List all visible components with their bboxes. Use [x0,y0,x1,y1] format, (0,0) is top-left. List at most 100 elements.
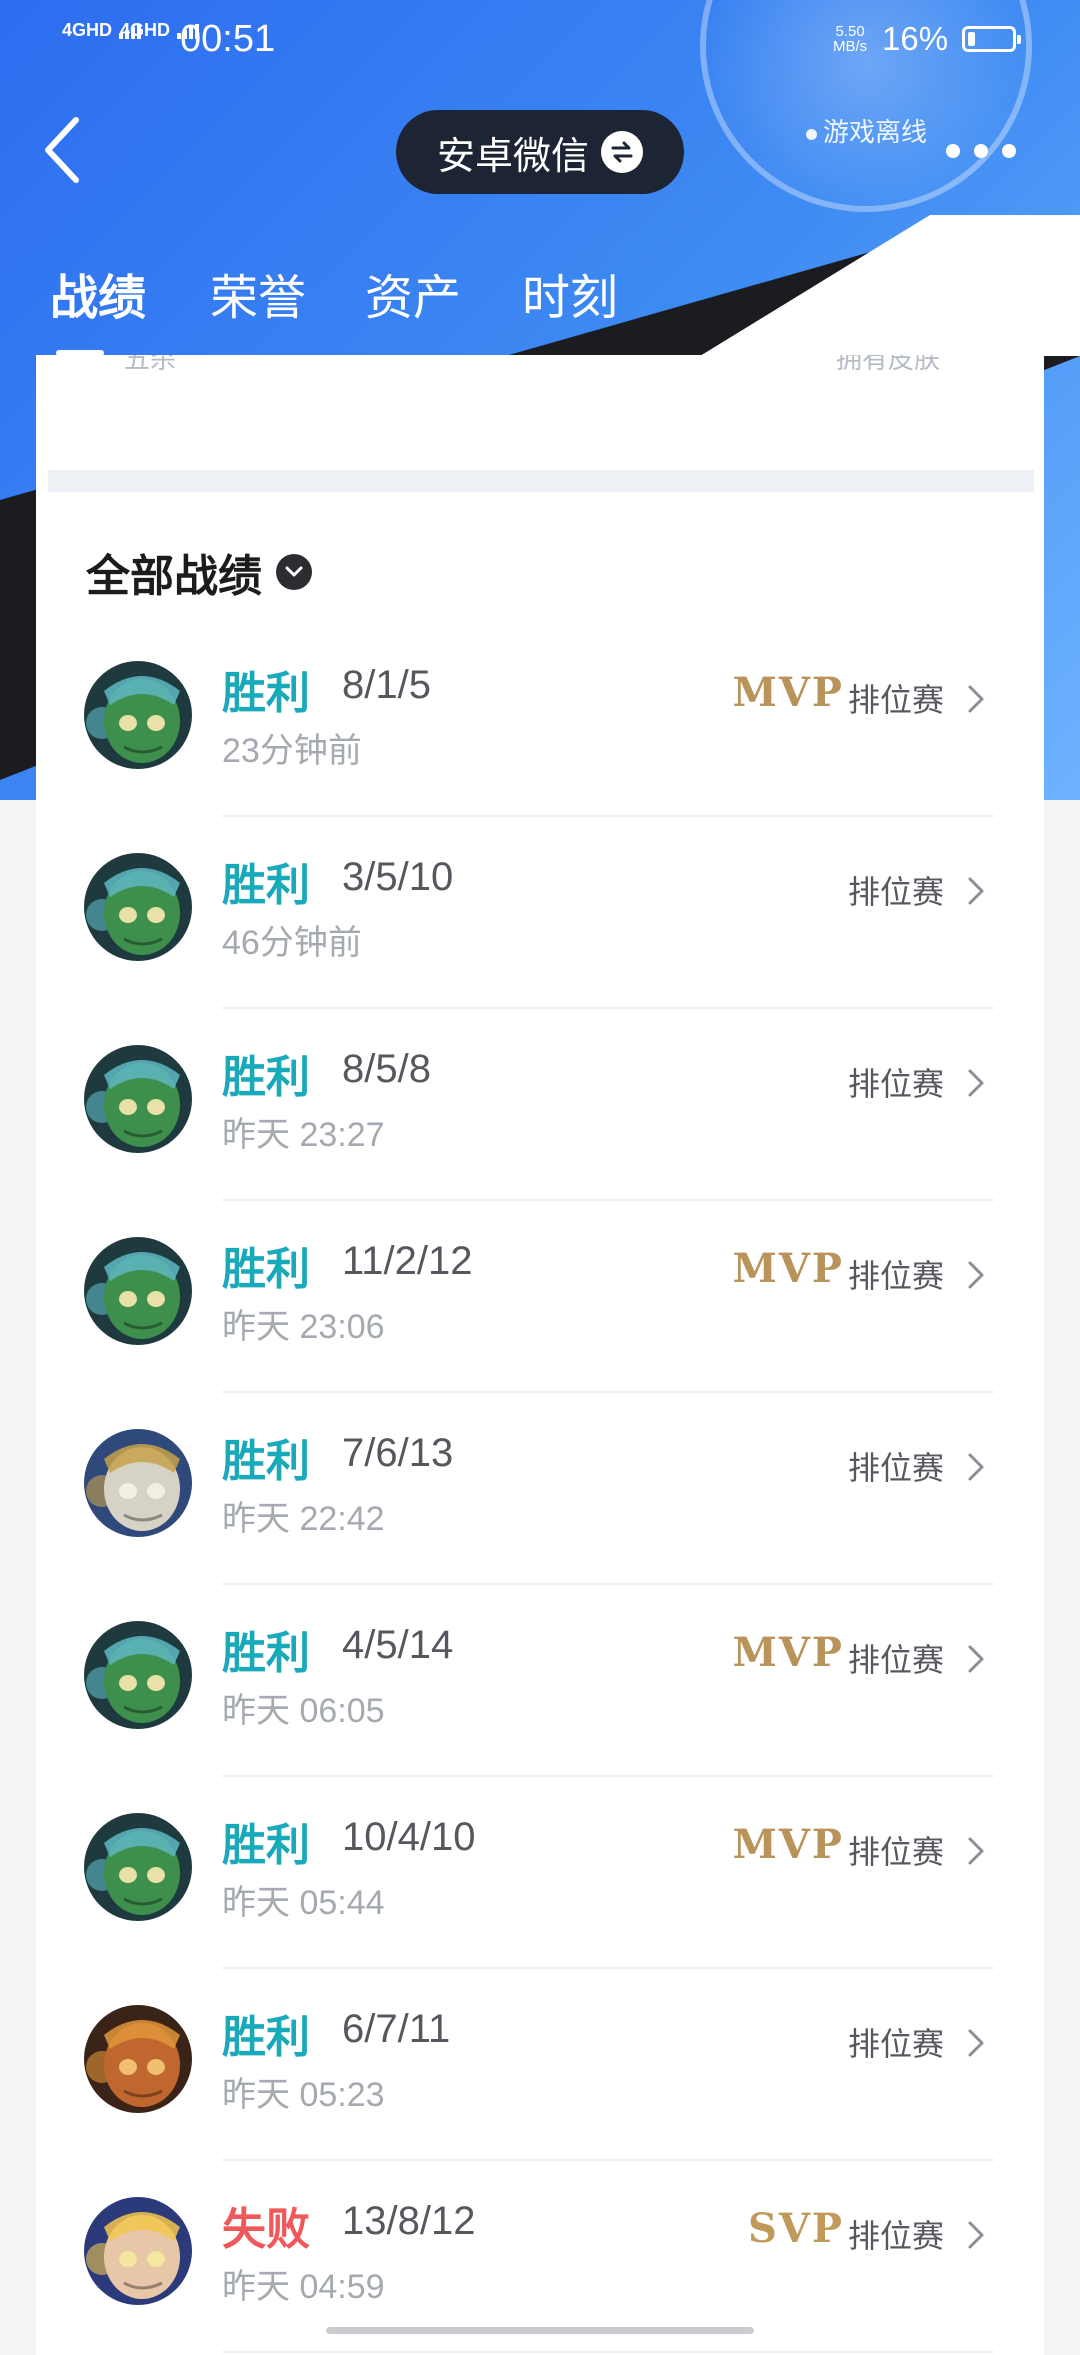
tab-honor[interactable]: 荣誉 [210,258,306,328]
account-switch-button[interactable]: 安卓微信 [396,110,684,194]
more-dot-icon [946,144,960,158]
match-mode: 排位赛 [847,1066,944,1102]
offline-label: 游戏离线 [823,117,928,147]
match-row[interactable]: 胜利 7/6/13 昨天 22:42 排位赛 [36,1393,1044,1585]
match-kda: 8/1/5 [342,663,431,707]
match-time: 昨天 04:59 [222,2268,385,2306]
match-result: 失败 [222,2205,310,2254]
stat-label-skins: 拥有皮肤 [836,355,941,374]
tab-label: 资产 [365,272,462,325]
status-dot-icon [806,128,817,140]
mvp-badge: MVP [732,1821,844,1868]
stats-row-partial: 五杀 拥有皮肤 [36,355,1044,385]
match-row[interactable]: 胜利 6/7/11 昨天 05:23 排位赛 [36,1969,1044,2161]
speed-unit: MB/s [833,38,868,55]
battery-fill [968,32,975,46]
hero-avatar [84,1045,192,1153]
match-time: 46分钟前 [222,924,362,962]
section-title: 全部战绩 [86,552,262,601]
hero-avatar [84,1813,192,1921]
content-card: 五杀 拥有皮肤 全部战绩 胜利 8/1/5 23分钟前 MVP 排位赛 胜利 3/5/10 4… [36,355,1044,2355]
match-kda: 7/6/13 [342,1431,454,1475]
match-row[interactable]: 胜利 4/5/14 昨天 06:05 MVP 排位赛 [36,1585,1044,1777]
match-time: 昨天 06:05 [222,1692,385,1730]
match-kda: 8/5/8 [342,1047,431,1091]
swap-icon [601,131,643,173]
hero-avatar [84,1237,192,1345]
game-offline-status: 游戏离线 [806,112,927,149]
match-time: 23分钟前 [222,732,362,770]
hero-avatar [84,1621,192,1729]
chevron-right-icon [968,1069,984,1097]
hero-avatar [84,2005,192,2113]
clock: 00:51 [180,18,276,60]
chevron-right-icon [968,1645,984,1673]
match-result: 胜利 [222,669,310,718]
match-time: 昨天 22:42 [222,1500,385,1538]
chevron-right-icon [968,1453,984,1481]
all-matches-filter[interactable]: 全部战绩 [86,540,312,604]
match-time: 昨天 05:23 [222,2076,385,2114]
match-result: 胜利 [222,861,310,910]
match-kda: 13/8/12 [342,2199,476,2243]
hero-avatar [84,853,192,961]
match-kda: 3/5/10 [342,855,454,899]
network-speed: 5.50 MB/s [833,24,867,54]
match-kda: 10/4/10 [342,1815,476,1859]
match-row[interactable]: 胜利 8/1/5 23分钟前 MVP 排位赛 [36,625,1044,817]
match-mode: 排位赛 [847,2218,944,2254]
tab-assets[interactable]: 资产 [365,258,461,328]
hero-avatar [84,2197,192,2305]
match-list: 胜利 8/1/5 23分钟前 MVP 排位赛 胜利 3/5/10 46分钟前 排位赛 胜利 8/5/… [36,625,1044,2353]
match-row[interactable]: 胜利 3/5/10 46分钟前 排位赛 [36,817,1044,1009]
match-mode: 排位赛 [847,874,944,910]
match-time: 昨天 23:27 [222,1116,385,1154]
match-row[interactable]: 胜利 10/4/10 昨天 05:44 MVP 排位赛 [36,1777,1044,1969]
match-result: 胜利 [222,1437,310,1486]
speed-value: 5.50 [835,23,865,40]
back-button[interactable] [36,110,96,190]
tab-record[interactable]: 战绩 [50,258,147,356]
network-label-1: 4GHD [62,20,113,40]
match-time: 昨天 23:06 [222,1308,385,1346]
home-indicator[interactable] [326,2327,754,2334]
mvp-badge: MVP [732,1245,844,1292]
chevron-right-icon [968,2221,984,2249]
match-result: 胜利 [222,1629,310,1678]
match-result: 胜利 [222,2013,310,2062]
match-kda: 6/7/11 [342,2007,451,2051]
account-label: 安卓微信 [436,135,589,178]
hero-avatar [84,1429,192,1537]
match-row[interactable]: 胜利 8/5/8 昨天 23:27 排位赛 [36,1009,1044,1201]
chevron-right-icon [968,1837,984,1865]
match-result: 胜利 [222,1245,310,1294]
match-mode: 排位赛 [847,1450,944,1486]
chevron-right-icon [968,1261,984,1289]
chevron-left-icon [45,117,79,183]
mvp-badge: MVP [732,669,844,716]
match-row[interactable]: 胜利 11/2/12 昨天 23:06 MVP 排位赛 [36,1201,1044,1393]
tab-label: 战绩 [50,272,147,325]
chevron-right-icon [968,685,984,713]
match-row[interactable]: 失败 13/8/12 昨天 04:59 SVP 排位赛 [36,2161,1044,2353]
more-dot-icon [974,144,988,158]
match-kda: 11/2/12 [342,1239,473,1283]
more-button[interactable] [946,136,1016,166]
match-kda: 4/5/14 [342,1623,454,1667]
chevron-down-icon [276,554,312,590]
row-divider [222,2351,994,2353]
mvp-badge: MVP [732,1629,844,1676]
chevron-right-icon [968,877,984,905]
match-result: 胜利 [222,1821,310,1870]
match-mode: 排位赛 [847,1642,944,1678]
battery-percent: 16% [882,20,949,57]
match-time: 昨天 05:44 [222,1884,385,1922]
tab-label: 时刻 [522,272,619,325]
hero-avatar [84,661,192,769]
tab-moments[interactable]: 时刻 [522,258,618,328]
tab-label: 荣誉 [210,272,307,325]
more-dot-icon [1002,144,1016,158]
match-mode: 排位赛 [847,1834,944,1870]
match-mode: 排位赛 [847,2026,944,2062]
section-divider [48,470,1034,492]
